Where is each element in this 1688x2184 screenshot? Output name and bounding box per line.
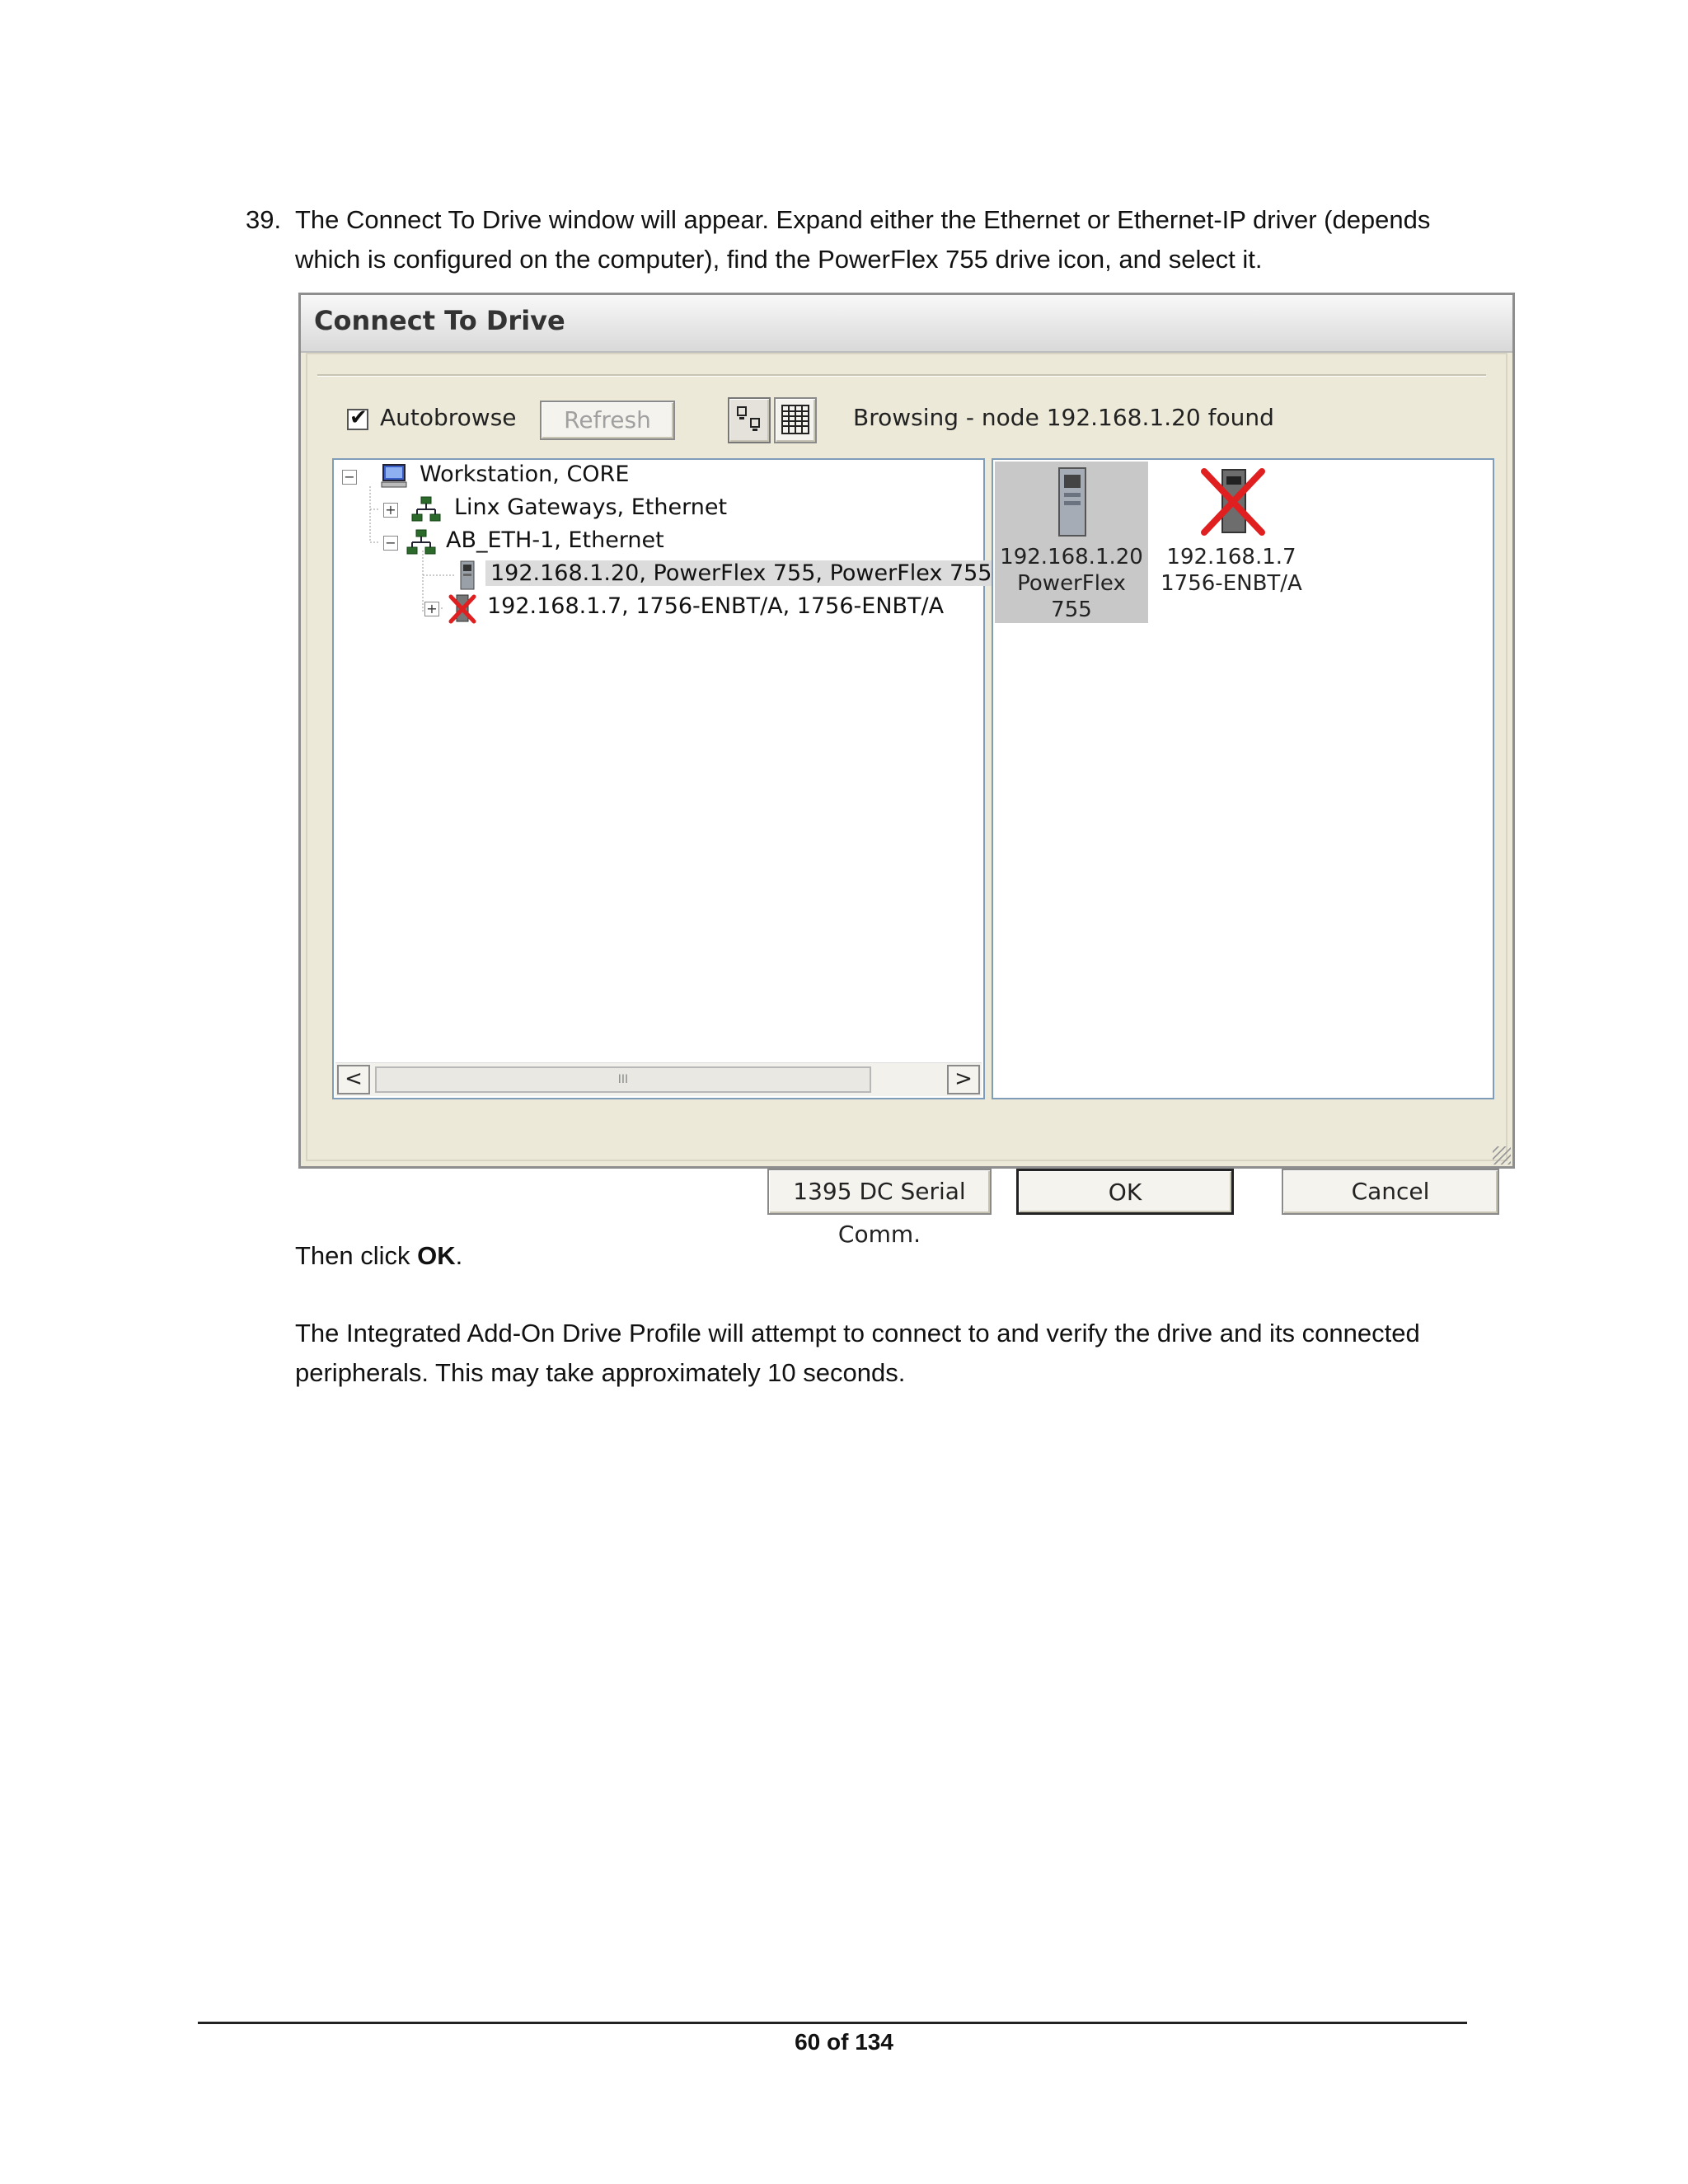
dialog-body: Autobrowse Refresh Browsing - node 192.1… — [306, 353, 1507, 1248]
autobrowse-label: Autobrowse — [380, 404, 517, 431]
then-suffix: . — [455, 1241, 463, 1270]
device-tile-powerflex-755[interactable]: 192.168.1.20 PowerFlex 755 — [995, 462, 1148, 623]
collapse-toggle[interactable]: − — [383, 536, 398, 551]
device-icon-view[interactable]: 192.168.1.20 PowerFlex 755 192.168.1.7 1… — [992, 458, 1494, 1099]
expand-toggle[interactable]: + — [424, 602, 439, 616]
ok-button[interactable]: OK — [1016, 1169, 1234, 1215]
tree-item-label: Linx Gateways, Ethernet — [454, 494, 728, 520]
tile-line-ip: 192.168.1.20 — [1000, 545, 1143, 569]
details-view-icon — [781, 405, 809, 434]
step-instruction: The Connect To Drive window will appear.… — [295, 205, 1431, 274]
autobrowse-checkbox[interactable] — [347, 405, 368, 430]
workstation-icon — [381, 464, 407, 488]
device-tree[interactable]: − Workstation, CORE + Linx Gateways, Eth… — [332, 458, 997, 1099]
toolbar-separator — [317, 374, 1486, 377]
then-prefix: Then click — [295, 1241, 418, 1270]
tree-item-label: 192.168.1.7, 1756-ENBT/A, 1756-ENBT/A — [487, 593, 945, 619]
scroll-thumb[interactable]: III — [375, 1066, 871, 1093]
view-large-icons-button[interactable] — [728, 397, 771, 443]
browse-status-text: Browsing - node 192.168.1.20 found — [853, 404, 1274, 431]
device-tile-1756-enbt[interactable]: 192.168.1.7 1756-ENBT/A — [1155, 462, 1308, 623]
footer-divider — [198, 2022, 1467, 2024]
connection-info-paragraph: The Integrated Add-On Drive Profile will… — [295, 1319, 1420, 1387]
resize-grip[interactable] — [1493, 1146, 1511, 1165]
cancel-button[interactable]: Cancel — [1282, 1169, 1499, 1215]
drive-icon — [460, 560, 475, 590]
error-device-icon — [1201, 468, 1265, 536]
dc-serial-comm-button[interactable]: 1395 DC Serial Comm. — [767, 1169, 992, 1248]
then-click-ok-text: Then click OK. — [295, 1236, 462, 1276]
scroll-right-button[interactable]: > — [947, 1065, 980, 1094]
network-icon — [406, 529, 436, 555]
tree-item-label: Workstation, CORE — [420, 462, 630, 487]
scroll-left-button[interactable]: < — [337, 1065, 370, 1094]
view-details-button[interactable] — [774, 397, 817, 443]
page-number: 60 of 134 — [795, 2029, 893, 2055]
tile-line-name: 1756-ENBT/A — [1160, 571, 1302, 596]
tile-line-ip: 192.168.1.7 — [1166, 545, 1296, 569]
dialog-title-bar: Connect To Drive — [301, 295, 1512, 353]
expand-toggle[interactable]: + — [383, 503, 398, 518]
tree-item-label: AB_ETH-1, Ethernet — [446, 527, 664, 553]
connect-to-drive-dialog: Connect To Drive Autobrowse Refresh — [298, 293, 1515, 1248]
network-icon — [411, 496, 441, 522]
tree-horizontal-scrollbar[interactable]: < III > — [335, 1062, 982, 1096]
tree-item-label: 192.168.1.20, PowerFlex 755, PowerFlex 7… — [485, 560, 997, 586]
tile-line-name: PowerFlex 755 — [1017, 571, 1126, 622]
dialog-title: Connect To Drive — [314, 305, 565, 336]
refresh-button[interactable]: Refresh — [540, 401, 675, 440]
error-device-icon — [448, 594, 476, 624]
then-bold-ok: OK — [417, 1241, 456, 1270]
large-icons-view-icon — [737, 406, 760, 431]
drive-icon — [1058, 467, 1086, 537]
collapse-toggle[interactable]: − — [342, 470, 357, 485]
step-number: 39. — [246, 205, 282, 234]
